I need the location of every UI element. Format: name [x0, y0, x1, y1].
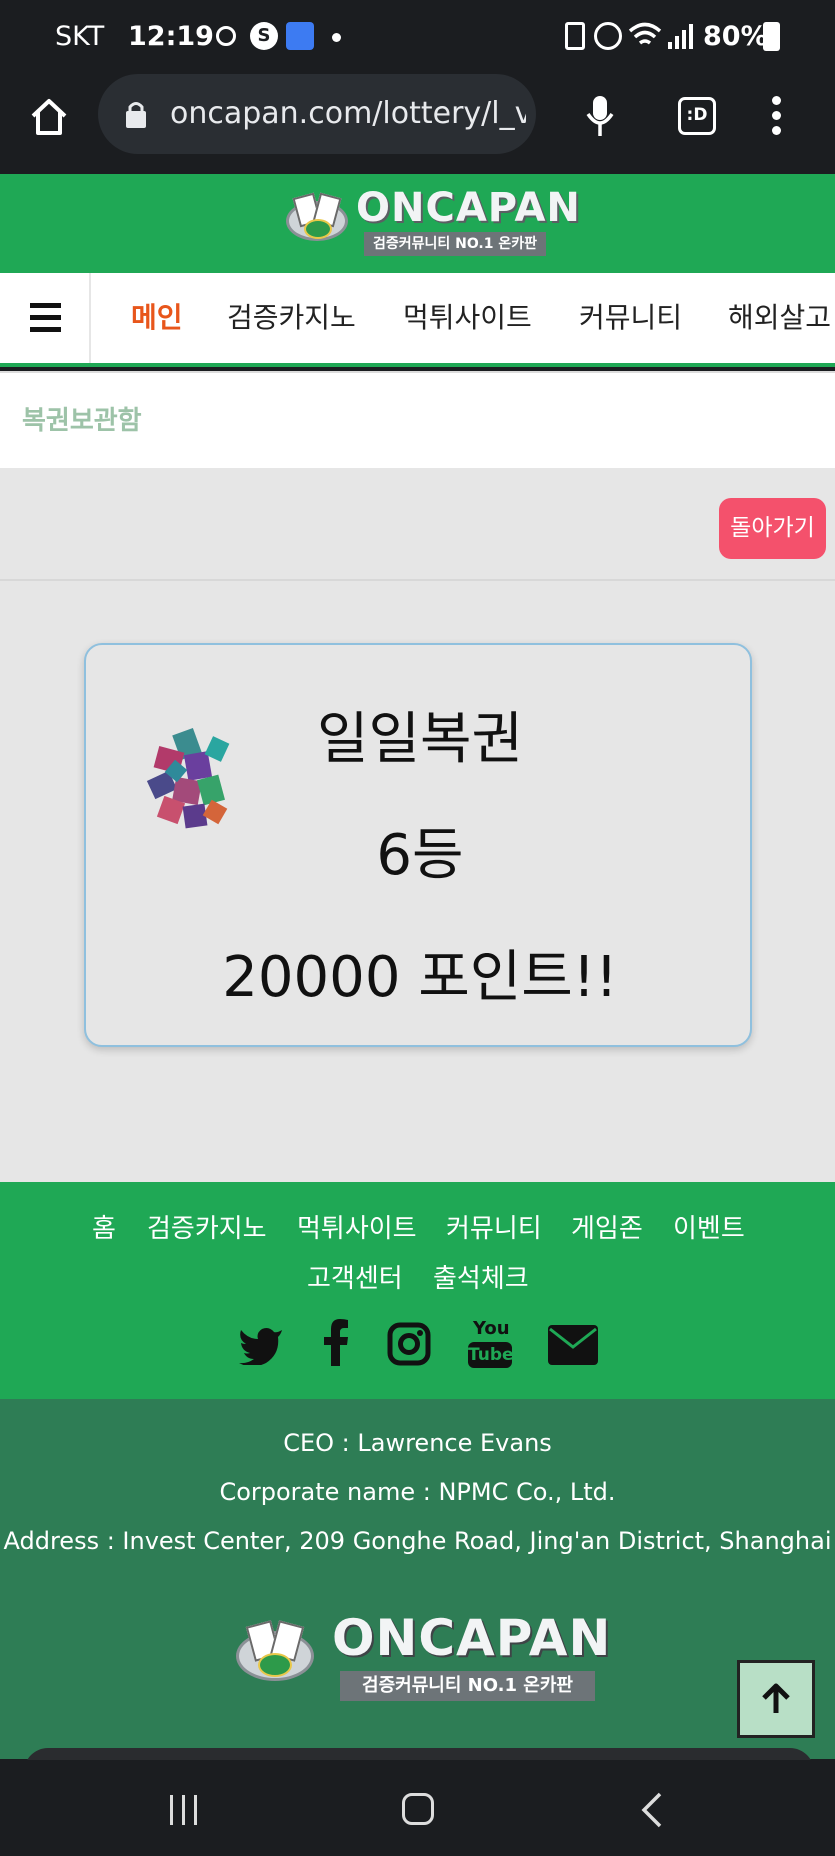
facebook-icon[interactable]: [322, 1318, 350, 1366]
scroll-to-top-button[interactable]: [737, 1660, 815, 1738]
footer-logo-mascot: [232, 1617, 320, 1691]
carrier: SKT: [55, 21, 105, 52]
tag-icon: [286, 22, 314, 50]
battery-percent: 80%: [703, 21, 768, 52]
battery-icon: [763, 22, 780, 51]
company-info: CEO : Lawrence Evans Corporate name : NP…: [0, 1399, 835, 1759]
lock-icon: [126, 102, 146, 128]
nav-item-overseas[interactable]: 해외살고: [728, 273, 831, 363]
hamburger-button[interactable]: [0, 273, 91, 363]
address-bar[interactable]: oncapan.com/lottery/l_v: [98, 74, 536, 154]
nav-item-community[interactable]: 커뮤니티: [579, 273, 682, 363]
logo-mascot[interactable]: [282, 191, 354, 249]
mail-icon[interactable]: [548, 1325, 598, 1365]
footer-link-gamezone[interactable]: 게임존: [571, 1208, 643, 1245]
home-nav-icon[interactable]: [402, 1793, 434, 1825]
system-nav-bar: [0, 1760, 835, 1856]
nav-item-main[interactable]: 메인: [131, 273, 183, 363]
footer-link-community[interactable]: 커뮤니티: [446, 1208, 542, 1245]
company-address: Address : Invest Center, 209 Gonghe Road…: [3, 1527, 832, 1555]
lottery-result-card: 일일복권 6등 20000 포인트!!: [84, 643, 752, 1047]
footer-link-scam-sites[interactable]: 먹튀사이트: [297, 1208, 417, 1245]
arrow-up-icon: [762, 1683, 790, 1713]
back-button[interactable]: 돌아가기: [719, 498, 826, 559]
alarm-icon: [594, 22, 622, 50]
divider: [0, 579, 835, 581]
page-title: 복권보관함: [22, 406, 142, 436]
tab-switcher-icon[interactable]: :D: [678, 97, 716, 135]
url-text[interactable]: oncapan.com/lottery/l_v: [170, 74, 526, 154]
clock: 12:19: [128, 21, 214, 52]
mic-icon[interactable]: [585, 94, 615, 138]
back-nav-icon[interactable]: [640, 1792, 664, 1828]
home-icon[interactable]: [28, 96, 70, 138]
wifi-icon: [628, 22, 662, 45]
footer-link-customer-center[interactable]: 고객센터: [307, 1258, 403, 1295]
menu-dots-icon[interactable]: [772, 96, 782, 136]
main-nav: 메인 검증카지노 먹튀사이트 커뮤니티 해외살고: [0, 273, 835, 367]
sync-icon: [216, 26, 236, 46]
footer-logo-subtitle: 검증커뮤니티 NO.1 온카판: [340, 1671, 595, 1701]
logo-subtitle: 검증커뮤니티 NO.1 온카판: [364, 232, 546, 256]
dot-icon: [332, 33, 341, 42]
youtube-icon[interactable]: You Tube: [468, 1318, 514, 1370]
breadcrumb: 복권보관함: [0, 371, 835, 468]
footer-link-verified-casino[interactable]: 검증카지노: [147, 1208, 267, 1245]
twitter-icon[interactable]: [238, 1325, 284, 1365]
status-bar: SKT 12:19 S 80%: [0, 0, 835, 74]
signal-icon: [668, 24, 693, 49]
lottery-rank: 6등: [376, 823, 464, 888]
corporate-name: Corporate name : NPMC Co., Ltd.: [219, 1478, 616, 1506]
lottery-prize: 20000 포인트!!: [222, 945, 618, 1010]
footer-link-event[interactable]: 이벤트: [673, 1208, 745, 1245]
nav-item-scam-sites[interactable]: 먹튀사이트: [403, 273, 532, 363]
instagram-icon[interactable]: [387, 1322, 431, 1366]
footer-logo-text: ONCAPAN: [332, 1609, 612, 1667]
s-icon: S: [250, 22, 278, 50]
footer-link-attendance[interactable]: 출석체크: [433, 1258, 529, 1295]
nav-item-verified-casino[interactable]: 검증카지노: [227, 273, 356, 363]
site-header: ONCAPAN 검증커뮤니티 NO.1 온카판: [0, 174, 835, 273]
logo-text[interactable]: ONCAPAN: [356, 185, 581, 231]
ceo-text: CEO : Lawrence Evans: [283, 1429, 552, 1457]
recycle-icon: [565, 22, 585, 50]
footer-link-home[interactable]: 홈: [92, 1208, 116, 1245]
recents-icon[interactable]: [170, 1795, 198, 1825]
lottery-name: 일일복권: [316, 707, 524, 772]
